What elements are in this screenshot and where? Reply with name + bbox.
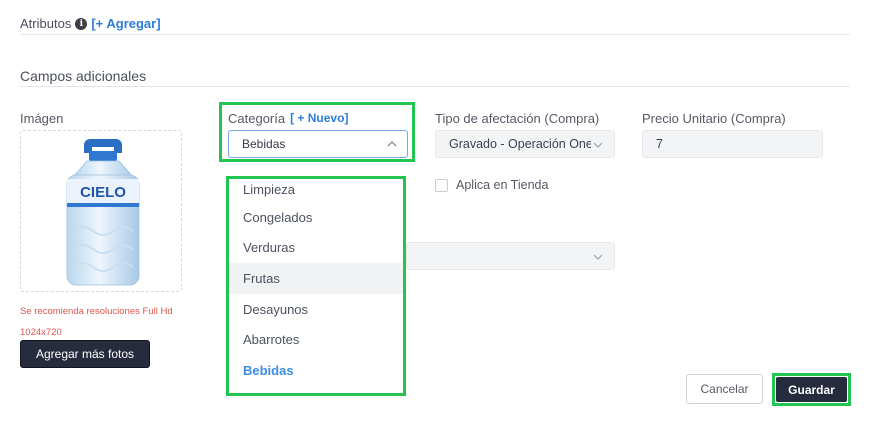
atributos-label: Atributos	[20, 16, 72, 31]
save-button[interactable]: Guardar	[776, 377, 847, 402]
dropdown-option-limpieza[interactable]: Limpieza	[226, 176, 406, 202]
dropdown-option-verduras[interactable]: Verduras	[226, 233, 406, 264]
divider	[20, 34, 850, 35]
tipo-afectacion-select[interactable]: Gravado - Operación Onerosa	[435, 130, 615, 158]
tipo-afectacion-label: Tipo de afectación (Compra)	[435, 111, 600, 126]
dropdown-option-bebidas[interactable]: Bebidas	[226, 355, 406, 386]
dropdown-option-abarrotes[interactable]: Abarrotes	[226, 324, 406, 355]
chevron-down-icon	[593, 254, 603, 260]
aplica-tienda-checkbox[interactable]	[435, 179, 448, 192]
hidden-select-field[interactable]	[406, 242, 615, 270]
resolution-hint: Se recomienda resoluciones Full Hd 1024x…	[20, 306, 173, 338]
add-attribute-link[interactable]: [+ Agregar]	[91, 16, 160, 31]
image-upload-area[interactable]: CIELO	[20, 130, 182, 292]
chevron-up-icon	[387, 141, 397, 147]
dropdown-option-congelados[interactable]: Congelados	[226, 202, 406, 233]
categoria-label-row: Categoría [ + Nuevo]	[228, 111, 348, 126]
category-select[interactable]: Bebidas	[228, 130, 408, 158]
category-dropdown-list[interactable]: Limpieza Congelados Verduras Frutas Desa…	[226, 176, 406, 396]
chevron-down-icon	[593, 142, 603, 148]
image-label: Imágen	[20, 111, 64, 126]
product-brand-text: CIELO	[80, 184, 126, 201]
cancel-button[interactable]: Cancelar	[686, 374, 763, 404]
tipo-afectacion-value: Gravado - Operación Onerosa	[449, 137, 591, 151]
section-title: Campos adicionales	[20, 68, 147, 84]
precio-unitario-input[interactable]: 7	[642, 130, 823, 158]
categoria-label: Categoría	[228, 111, 286, 126]
atributos-header: Atributos i [+ Agregar]	[20, 16, 161, 31]
product-image: CIELO	[66, 139, 140, 286]
dropdown-option-frutas[interactable]: Frutas	[226, 263, 406, 294]
precio-unitario-label: Precio Unitario (Compra)	[642, 111, 786, 126]
category-selected-value: Bebidas	[242, 137, 286, 151]
dropdown-option-desayunos[interactable]: Desayunos	[226, 294, 406, 325]
info-icon[interactable]: i	[75, 17, 88, 30]
new-category-link[interactable]: [ + Nuevo]	[290, 111, 348, 126]
divider	[20, 86, 850, 87]
add-more-photos-button[interactable]: Agregar más fotos	[20, 340, 150, 368]
aplica-tienda-label: Aplica en Tienda	[456, 178, 549, 192]
